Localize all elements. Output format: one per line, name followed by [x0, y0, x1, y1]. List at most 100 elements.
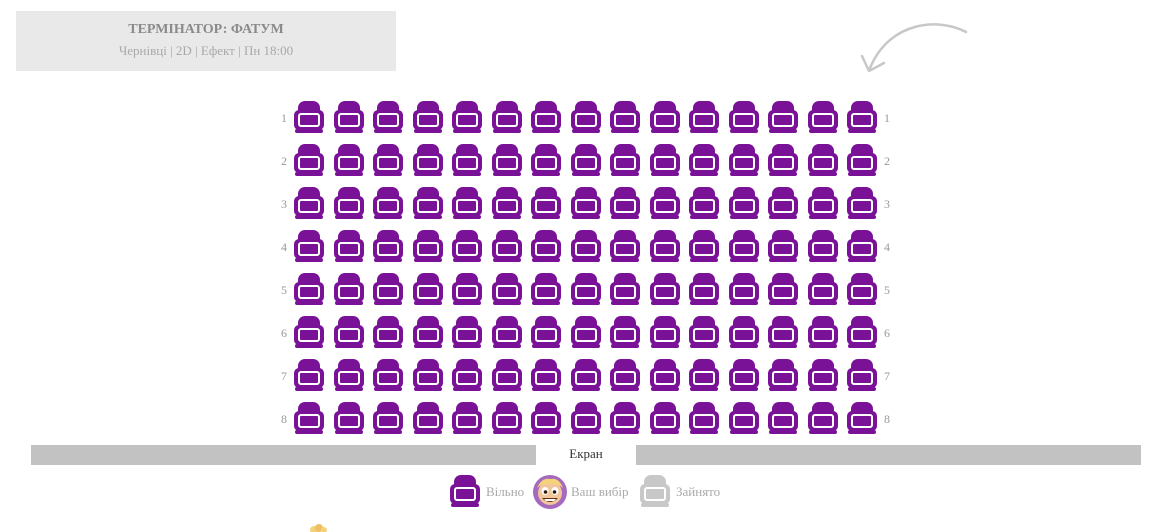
seat-r4-s10[interactable] [648, 229, 682, 263]
seat-r5-s3[interactable] [371, 272, 405, 306]
seat-r1-s4[interactable] [411, 100, 445, 134]
seat-r8-s14[interactable] [806, 401, 840, 435]
seat-r5-s11[interactable] [687, 272, 721, 306]
seat-r8-s12[interactable] [727, 401, 761, 435]
seat-r1-s11[interactable] [687, 100, 721, 134]
seat-r7-s6[interactable] [490, 358, 524, 392]
seat-r5-s14[interactable] [806, 272, 840, 306]
seat-r6-s14[interactable] [806, 315, 840, 349]
seat-r5-s1[interactable] [292, 272, 326, 306]
seat-r3-s2[interactable] [332, 186, 366, 220]
seat-r4-s4[interactable] [411, 229, 445, 263]
seat-r2-s7[interactable] [529, 143, 563, 177]
seat-r1-s7[interactable] [529, 100, 563, 134]
seat-r5-s6[interactable] [490, 272, 524, 306]
seat-r2-s13[interactable] [766, 143, 800, 177]
seat-r3-s12[interactable] [727, 186, 761, 220]
seat-r3-s11[interactable] [687, 186, 721, 220]
seat-r4-s1[interactable] [292, 229, 326, 263]
seat-r3-s4[interactable] [411, 186, 445, 220]
seat-r8-s10[interactable] [648, 401, 682, 435]
seat-r1-s2[interactable] [332, 100, 366, 134]
seat-r2-s9[interactable] [608, 143, 642, 177]
seat-r8-s5[interactable] [450, 401, 484, 435]
seat-r5-s12[interactable] [727, 272, 761, 306]
seat-r4-s9[interactable] [608, 229, 642, 263]
seat-r8-s15[interactable] [845, 401, 879, 435]
seat-r7-s1[interactable] [292, 358, 326, 392]
seat-r8-s13[interactable] [766, 401, 800, 435]
seat-r1-s13[interactable] [766, 100, 800, 134]
seat-r1-s3[interactable] [371, 100, 405, 134]
seat-r4-s5[interactable] [450, 229, 484, 263]
seat-r2-s1[interactable] [292, 143, 326, 177]
seat-r4-s14[interactable] [806, 229, 840, 263]
seat-r7-s11[interactable] [687, 358, 721, 392]
seat-r2-s3[interactable] [371, 143, 405, 177]
seat-r2-s4[interactable] [411, 143, 445, 177]
seat-r6-s10[interactable] [648, 315, 682, 349]
seat-r3-s14[interactable] [806, 186, 840, 220]
seat-r5-s15[interactable] [845, 272, 879, 306]
seat-r7-s15[interactable] [845, 358, 879, 392]
seat-r6-s1[interactable] [292, 315, 326, 349]
seat-r1-s14[interactable] [806, 100, 840, 134]
seat-r4-s11[interactable] [687, 229, 721, 263]
seat-r2-s15[interactable] [845, 143, 879, 177]
seat-r7-s10[interactable] [648, 358, 682, 392]
seat-r4-s8[interactable] [569, 229, 603, 263]
seat-r4-s13[interactable] [766, 229, 800, 263]
seat-r3-s1[interactable] [292, 186, 326, 220]
seat-r8-s7[interactable] [529, 401, 563, 435]
seat-r8-s8[interactable] [569, 401, 603, 435]
seat-r5-s8[interactable] [569, 272, 603, 306]
seat-r8-s1[interactable] [292, 401, 326, 435]
seat-r3-s7[interactable] [529, 186, 563, 220]
seat-r3-s13[interactable] [766, 186, 800, 220]
seat-r4-s12[interactable] [727, 229, 761, 263]
seat-r7-s9[interactable] [608, 358, 642, 392]
seat-r3-s10[interactable] [648, 186, 682, 220]
seat-r6-s6[interactable] [490, 315, 524, 349]
seat-r4-s3[interactable] [371, 229, 405, 263]
seat-r5-s2[interactable] [332, 272, 366, 306]
seat-r2-s12[interactable] [727, 143, 761, 177]
seat-r3-s5[interactable] [450, 186, 484, 220]
seat-r4-s6[interactable] [490, 229, 524, 263]
seat-r8-s11[interactable] [687, 401, 721, 435]
seat-r8-s9[interactable] [608, 401, 642, 435]
seat-r2-s5[interactable] [450, 143, 484, 177]
seat-r8-s2[interactable] [332, 401, 366, 435]
seat-r5-s5[interactable] [450, 272, 484, 306]
seat-r6-s12[interactable] [727, 315, 761, 349]
seat-r6-s9[interactable] [608, 315, 642, 349]
seat-r2-s14[interactable] [806, 143, 840, 177]
seat-r2-s6[interactable] [490, 143, 524, 177]
seat-r2-s2[interactable] [332, 143, 366, 177]
seat-r5-s7[interactable] [529, 272, 563, 306]
seat-r6-s7[interactable] [529, 315, 563, 349]
seat-r6-s5[interactable] [450, 315, 484, 349]
seat-r7-s7[interactable] [529, 358, 563, 392]
seat-r5-s13[interactable] [766, 272, 800, 306]
seat-r8-s4[interactable] [411, 401, 445, 435]
seat-r2-s10[interactable] [648, 143, 682, 177]
seat-r2-s11[interactable] [687, 143, 721, 177]
seat-r6-s11[interactable] [687, 315, 721, 349]
seat-r1-s8[interactable] [569, 100, 603, 134]
seat-r8-s6[interactable] [490, 401, 524, 435]
seat-r6-s13[interactable] [766, 315, 800, 349]
seat-r3-s6[interactable] [490, 186, 524, 220]
seat-r7-s13[interactable] [766, 358, 800, 392]
seat-r5-s10[interactable] [648, 272, 682, 306]
seat-r6-s3[interactable] [371, 315, 405, 349]
seat-r6-s8[interactable] [569, 315, 603, 349]
seat-r6-s15[interactable] [845, 315, 879, 349]
seat-r3-s9[interactable] [608, 186, 642, 220]
seat-r4-s15[interactable] [845, 229, 879, 263]
seat-r7-s8[interactable] [569, 358, 603, 392]
seat-r3-s8[interactable] [569, 186, 603, 220]
seat-r7-s12[interactable] [727, 358, 761, 392]
seat-r5-s9[interactable] [608, 272, 642, 306]
seat-r1-s10[interactable] [648, 100, 682, 134]
